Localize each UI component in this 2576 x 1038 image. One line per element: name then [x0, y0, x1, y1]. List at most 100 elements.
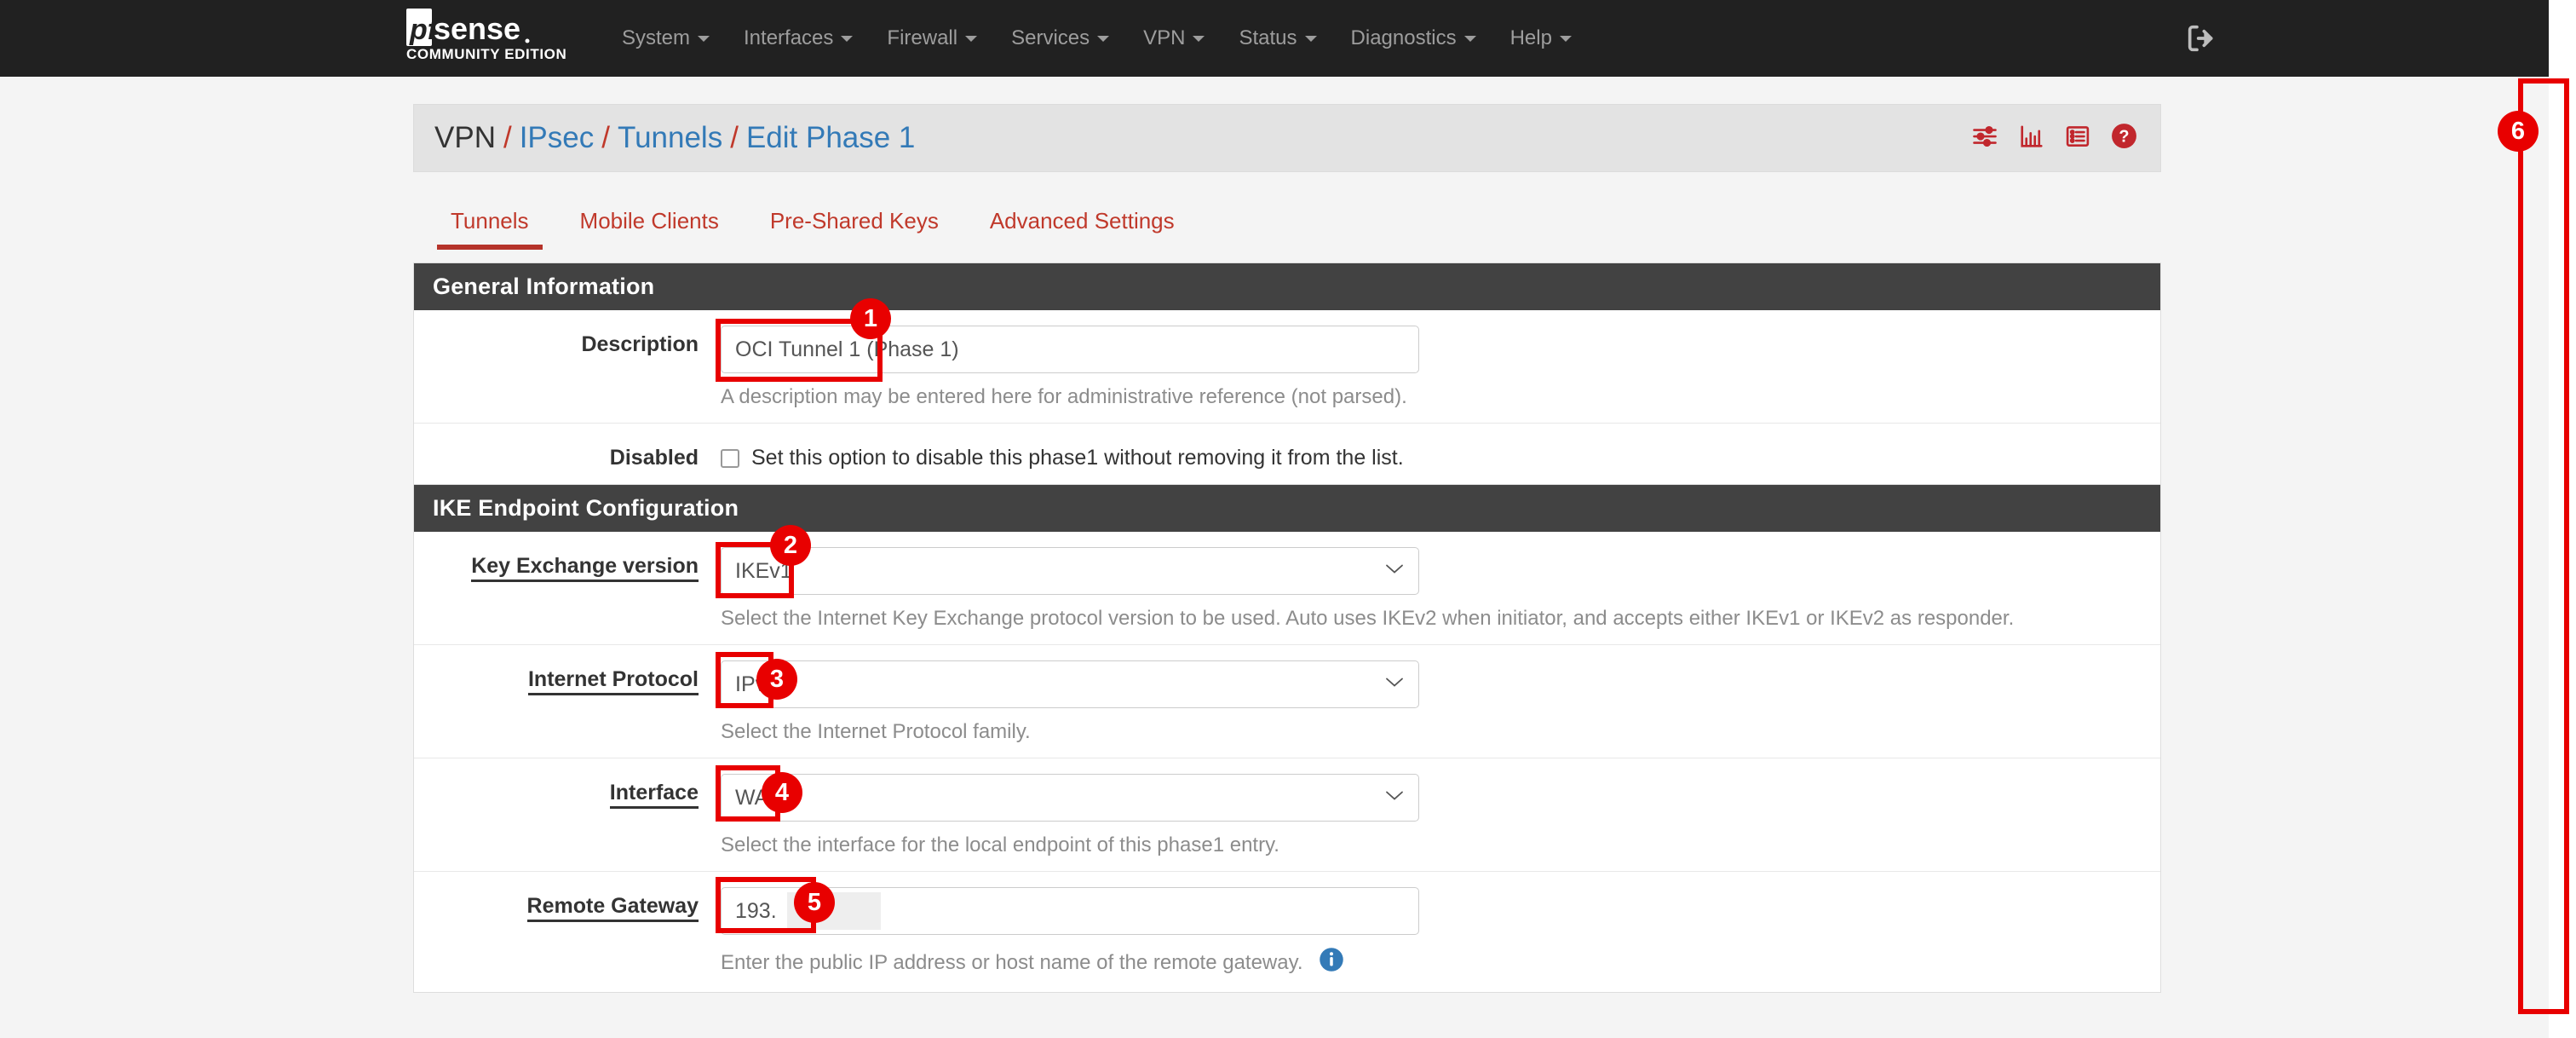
tab-label: Tunnels [451, 208, 529, 234]
description-help-text: A description may be entered here for ad… [721, 385, 1407, 408]
breadcrumb-item-tunnels[interactable]: Tunnels [618, 121, 722, 155]
interface-select-wrap: WAN [721, 774, 1419, 822]
nav-item-services[interactable]: Services [994, 0, 1126, 77]
key-exchange-label-text: Key Exchange version [471, 554, 699, 582]
nav-item-status[interactable]: Status [1222, 0, 1333, 77]
disabled-checkbox-label: Set this option to disable this phase1 w… [751, 446, 1404, 470]
help-circle-icon: ? [2112, 124, 2136, 148]
remote-gateway-label[interactable]: Remote Gateway [414, 887, 721, 978]
header-icon-group: ? [1970, 122, 2138, 154]
internet-protocol-help-text: Select the Internet Protocol family. [721, 720, 1031, 743]
nav-item-vpn[interactable]: VPN [1126, 0, 1222, 77]
interface-label[interactable]: Interface [414, 774, 721, 857]
chevron-down-icon [698, 35, 710, 42]
key-exchange-field: IKEv1 Select the Internet Key Exchange p… [716, 525, 2160, 631]
nav-item-label: Help [1509, 26, 1552, 49]
breadcrumb-item-edit-phase-1[interactable]: Edit Phase 1 [746, 121, 915, 155]
breadcrumb-separator: / [503, 121, 512, 154]
remote-gateway-field: Enter the public IP address or host name… [716, 877, 2160, 978]
nav-item-label: Diagnostics [1350, 26, 1457, 49]
help-circle-icon[interactable]: ? [2110, 122, 2138, 154]
internet-protocol-select-wrap: IPv4 [721, 660, 1419, 708]
key-exchange-label[interactable]: Key Exchange version [414, 547, 721, 631]
interface-label-text: Interface [609, 781, 699, 809]
content-column: VPN / IPsec / Tunnels / Edit Phase 1 ? T… [413, 77, 2161, 993]
disabled-field: Set this option to disable this phase1 w… [721, 439, 2160, 470]
tab-bar: Tunnels Mobile Clients Pre-Shared Keys A… [413, 196, 2161, 262]
nav-item-firewall[interactable]: Firewall [870, 0, 994, 77]
pfsense-logo-icon[interactable]: pf sense [406, 7, 577, 48]
form-row-internet-protocol: Internet Protocol IPv4 Select the Intern… [414, 645, 2160, 758]
disabled-checkbox[interactable] [721, 448, 739, 468]
panel-body: Description A description may be entered… [414, 298, 2160, 484]
remote-gateway-help-text-wrap: Enter the public IP address or host name… [721, 947, 2135, 978]
nav-item-system[interactable]: System [605, 0, 727, 77]
sliders-icon[interactable] [1970, 124, 1999, 153]
remote-gateway-input[interactable] [721, 887, 1419, 935]
chevron-down-icon [841, 35, 854, 42]
svg-text:sense: sense [434, 11, 520, 46]
internet-protocol-select[interactable]: IPv4 [721, 660, 1419, 708]
logout-button[interactable] [2184, 0, 2218, 77]
breadcrumb-item-ipsec[interactable]: IPsec [520, 121, 595, 155]
internet-protocol-label[interactable]: Internet Protocol [414, 660, 721, 744]
nav-item-label: System [622, 26, 691, 49]
info-circle-icon[interactable] [1319, 947, 1344, 978]
brand-logo[interactable]: pf sense COMMUNITY EDITION [406, 7, 577, 70]
nav-item-interfaces[interactable]: Interfaces [727, 0, 870, 77]
breadcrumb-separator: / [601, 121, 610, 154]
nav-item-help[interactable]: Help [1493, 0, 1589, 77]
page-scrollbar[interactable] [2549, 0, 2576, 1038]
panel-title: IKE Endpoint Configuration [414, 485, 2160, 532]
chevron-down-icon [1463, 35, 1476, 42]
tab-label: Mobile Clients [579, 208, 719, 234]
panel-body: Key Exchange version IKEv1 Select the In… [414, 525, 2160, 992]
chevron-down-icon [965, 35, 978, 42]
form-row-description: Description A description may be entered… [414, 298, 2160, 424]
description-input[interactable] [721, 326, 1419, 373]
breadcrumb: VPN / IPsec / Tunnels / Edit Phase 1 [434, 121, 915, 155]
breadcrumb-root: VPN [434, 121, 496, 154]
interface-select[interactable]: WAN [721, 774, 1419, 822]
interface-help-text: Select the interface for the local endpo… [721, 833, 1279, 856]
remote-gateway-label-text: Remote Gateway [526, 894, 699, 922]
key-exchange-select-wrap: IKEv1 [721, 547, 1419, 595]
chevron-down-icon [1559, 35, 1572, 42]
tab-pre-shared-keys[interactable]: Pre-Shared Keys [745, 196, 964, 255]
chevron-down-icon [1097, 35, 1110, 42]
breadcrumb-separator: / [730, 121, 739, 154]
tab-mobile-clients[interactable]: Mobile Clients [555, 196, 745, 255]
tab-advanced-settings[interactable]: Advanced Settings [964, 196, 1200, 255]
panel-general-information: General Information Description A descri… [413, 262, 2161, 484]
form-row-disabled: Disabled Set this option to disable this… [414, 424, 2160, 484]
nav-item-label: Interfaces [744, 26, 834, 49]
nav-item-label: VPN [1143, 26, 1186, 49]
nav-item-label: Status [1239, 26, 1297, 49]
description-label: Description [581, 332, 699, 356]
bar-chart-icon[interactable] [2018, 124, 2045, 153]
disabled-checkbox-row[interactable]: Set this option to disable this phase1 w… [721, 439, 2135, 470]
list-icon[interactable] [2064, 124, 2091, 153]
key-exchange-help-text: Select the Internet Key Exchange protoco… [721, 607, 2015, 630]
brand-subtitle: COMMUNITY EDITION [406, 46, 567, 62]
chevron-down-icon [1193, 35, 1205, 42]
tab-tunnels[interactable]: Tunnels [425, 196, 555, 255]
key-exchange-select[interactable]: IKEv1 [721, 547, 1419, 595]
interface-field: WAN Select the interface for the local e… [716, 765, 2160, 857]
nav-item-label: Services [1011, 26, 1090, 49]
tab-label: Advanced Settings [989, 208, 1175, 234]
form-row-interface: Interface WAN Select the interface for t… [414, 758, 2160, 872]
description-field: A description may be entered here for ad… [716, 298, 2160, 409]
nav-item-label: Firewall [887, 26, 958, 49]
top-navbar: pf sense COMMUNITY EDITION System Interf… [0, 0, 2576, 77]
internet-protocol-label-text: Internet Protocol [527, 667, 699, 695]
breadcrumb-bar: VPN / IPsec / Tunnels / Edit Phase 1 ? [413, 104, 2161, 172]
tab-label: Pre-Shared Keys [769, 208, 939, 234]
nav-item-diagnostics[interactable]: Diagnostics [1334, 0, 1493, 77]
panel-ike-endpoint-configuration: IKE Endpoint Configuration Key Exchange … [413, 484, 2161, 993]
svg-text:?: ? [2119, 128, 2129, 147]
disabled-label: Disabled [609, 446, 699, 470]
internet-protocol-field: IPv4 Select the Internet Protocol family… [716, 652, 2160, 744]
form-row-remote-gateway: Remote Gateway Enter the public IP addre… [414, 872, 2160, 992]
form-row-key-exchange-version: Key Exchange version IKEv1 Select the In… [414, 525, 2160, 645]
